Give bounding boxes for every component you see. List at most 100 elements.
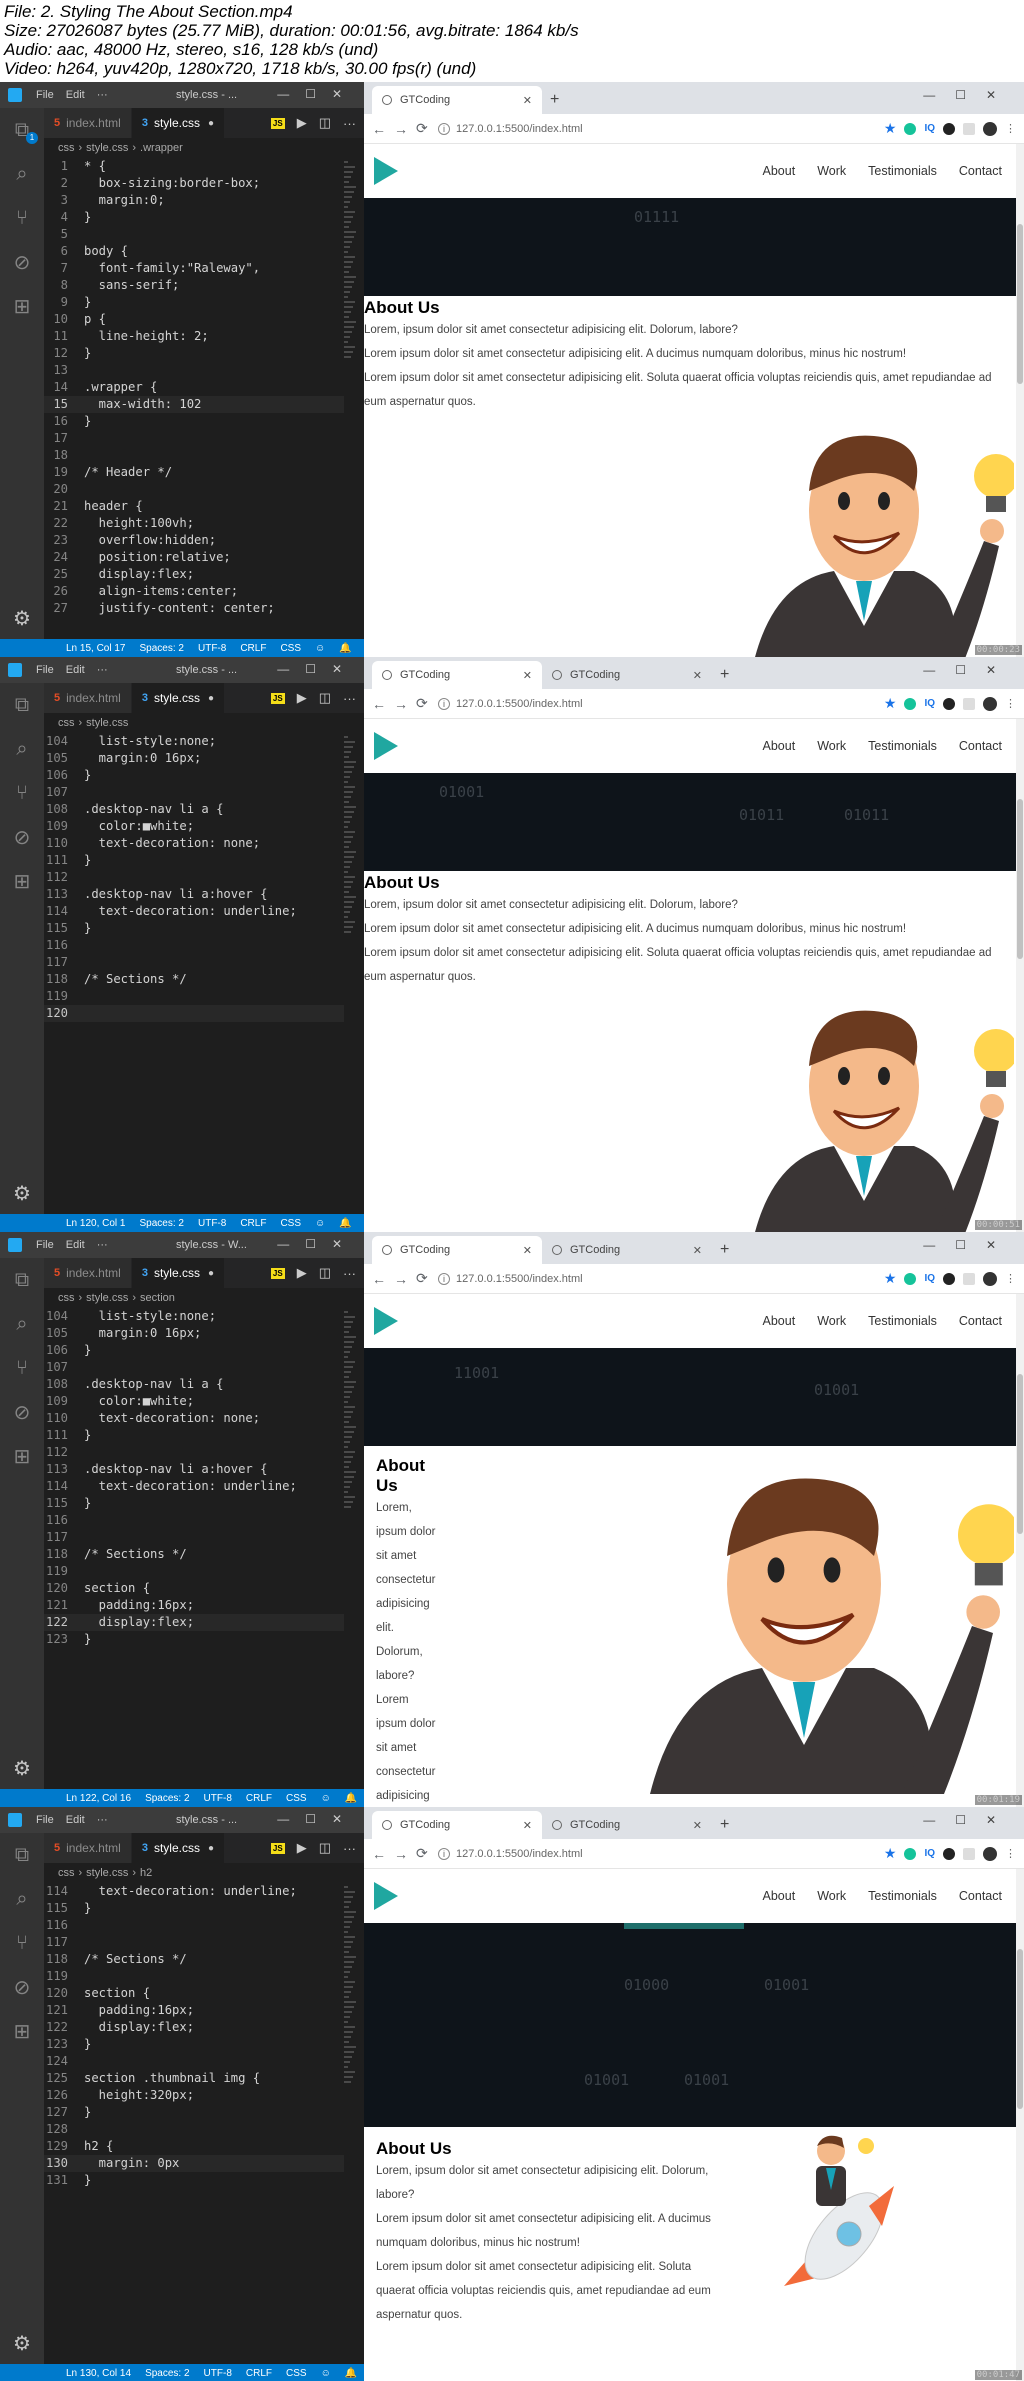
run-icon[interactable]: ▶ (297, 690, 307, 706)
grammarly-icon[interactable] (904, 1847, 917, 1860)
status-item[interactable]: UTF-8 (198, 1218, 226, 1229)
menu-item[interactable]: Edit (66, 1239, 85, 1251)
status-item[interactable]: Ln 130, Col 14 (66, 2368, 131, 2379)
search-icon[interactable]: ⌕ (0, 727, 44, 771)
window-controls[interactable]: —☐✕ (277, 662, 358, 676)
close-tab-icon[interactable]: ✕ (693, 669, 702, 682)
status-item[interactable]: CRLF (240, 1218, 266, 1229)
menu-item[interactable]: ··· (97, 1239, 108, 1251)
page-scrollbar[interactable] (1016, 1869, 1024, 2381)
extension-icon[interactable] (943, 1272, 955, 1285)
tab-index-html[interactable]: 5 index.html (44, 1833, 132, 1863)
menu-item[interactable]: Edit (66, 1814, 85, 1826)
explorer-icon[interactable]: ⧉ (0, 1258, 44, 1302)
status-item[interactable]: Spaces: 2 (145, 2368, 189, 2379)
breadcrumb-folder[interactable]: css (58, 142, 75, 154)
back-icon[interactable]: ← (372, 1846, 394, 1862)
nav-link-work[interactable]: Work (817, 1314, 846, 1328)
more-icon[interactable]: ··· (343, 691, 356, 706)
settings-gear-icon[interactable]: ⚙ (0, 2331, 44, 2356)
minimap[interactable] (344, 1308, 356, 1789)
status-item[interactable]: Ln 120, Col 1 (66, 1218, 126, 1229)
tab-style-css[interactable]: 3 style.css ● (131, 683, 226, 713)
breadcrumb-folder[interactable]: css (58, 1292, 75, 1304)
code-editor[interactable]: 114 text-decoration: underline; 115} 116 11… (44, 1883, 344, 2364)
tab-index-html[interactable]: 5 index.html (44, 683, 132, 713)
site-logo-icon[interactable] (374, 1882, 398, 1910)
close-tab-icon[interactable]: ✕ (693, 1819, 702, 1832)
status-item[interactable]: CRLF (240, 643, 266, 654)
browser-tab[interactable]: GTCoding ✕ (372, 86, 542, 114)
nav-link-contact[interactable]: Contact (959, 1889, 1002, 1903)
debug-icon[interactable]: ⊘ (0, 1965, 44, 2009)
nav-link-about[interactable]: About (763, 164, 796, 178)
browser-tab[interactable]: GTCoding ✕ (542, 661, 712, 689)
menu-item[interactable]: File (36, 1239, 54, 1251)
extension-icon[interactable] (943, 122, 955, 135)
menu-item[interactable]: ··· (97, 664, 108, 676)
extension-icon[interactable] (963, 697, 975, 710)
browser-tab[interactable]: GTCoding ✕ (542, 1236, 712, 1264)
nav-link-testimonials[interactable]: Testimonials (868, 1889, 937, 1903)
js-icon[interactable]: JS (270, 1842, 285, 1854)
split-editor-icon[interactable]: ◫ (319, 690, 331, 706)
grammarly-icon[interactable] (904, 1272, 917, 1285)
close-tab-icon[interactable]: ✕ (523, 1819, 532, 1832)
extension-icon[interactable] (943, 1847, 955, 1860)
window-controls[interactable]: —☐✕ (923, 88, 1016, 102)
explorer-icon[interactable]: ⧉ (0, 683, 44, 727)
menu-item[interactable]: ··· (97, 1814, 108, 1826)
source-control-icon[interactable]: ⑂ (0, 1921, 44, 1965)
feedback-icon[interactable]: ☺ (315, 1218, 325, 1229)
page-scrollbar[interactable] (1016, 1294, 1024, 1807)
url-field[interactable]: i 127.0.0.1:5500/index.html (438, 697, 884, 710)
bell-icon[interactable]: 🔔 (339, 1218, 351, 1229)
tab-style-css[interactable]: 3 style.css ● (131, 1258, 226, 1288)
breadcrumb-folder[interactable]: css (58, 1867, 75, 1879)
close-tab-icon[interactable]: ✕ (523, 94, 532, 107)
iq-extension-icon[interactable]: IQ (924, 1273, 935, 1284)
grammarly-icon[interactable] (904, 122, 917, 135)
forward-icon[interactable]: → (394, 1271, 416, 1287)
menu-item[interactable]: Edit (66, 664, 85, 676)
more-icon[interactable]: ··· (343, 116, 356, 131)
menu-kebab-icon[interactable]: ⋮ (1005, 122, 1016, 135)
status-item[interactable]: Ln 122, Col 16 (66, 1793, 131, 1804)
new-tab-icon[interactable]: + (712, 1811, 737, 1839)
menu-item[interactable]: ··· (97, 89, 108, 101)
extension-icon[interactable] (943, 697, 955, 710)
back-icon[interactable]: ← (372, 696, 394, 712)
status-item[interactable]: Spaces: 2 (140, 1218, 184, 1229)
window-controls[interactable]: —☐✕ (923, 663, 1016, 677)
nav-link-testimonials[interactable]: Testimonials (868, 1314, 937, 1328)
status-item[interactable]: CSS (286, 2368, 307, 2379)
breadcrumb-symbol[interactable]: h2 (140, 1867, 152, 1879)
nav-link-contact[interactable]: Contact (959, 739, 1002, 753)
source-control-icon[interactable]: ⑂ (0, 771, 44, 815)
forward-icon[interactable]: → (394, 121, 416, 137)
settings-gear-icon[interactable]: ⚙ (0, 1756, 44, 1781)
menu-item[interactable]: File (36, 1814, 54, 1826)
browser-tab[interactable]: GTCoding ✕ (372, 1236, 542, 1264)
settings-gear-icon[interactable]: ⚙ (0, 606, 44, 631)
nav-link-work[interactable]: Work (817, 739, 846, 753)
minimap[interactable] (344, 1883, 356, 2364)
tab-style-css[interactable]: 3 style.css ● (131, 108, 226, 138)
extension-icon[interactable] (963, 122, 975, 135)
menu-item[interactable]: File (36, 664, 54, 676)
breadcrumb-file[interactable]: style.css (86, 142, 128, 154)
browser-tab[interactable]: GTCoding ✕ (542, 1811, 712, 1839)
breadcrumb-symbol[interactable]: section (140, 1292, 175, 1304)
browser-tab[interactable]: GTCoding ✕ (372, 661, 542, 689)
debug-icon[interactable]: ⊘ (0, 240, 44, 284)
nav-link-about[interactable]: About (763, 1314, 796, 1328)
run-icon[interactable]: ▶ (297, 1265, 307, 1281)
breadcrumb-folder[interactable]: css (58, 717, 75, 729)
status-item[interactable]: CSS (286, 1793, 307, 1804)
site-logo-icon[interactable] (374, 732, 398, 760)
breadcrumb-file[interactable]: style.css (86, 1867, 128, 1879)
extension-icon[interactable] (963, 1847, 975, 1860)
tab-index-html[interactable]: 5 index.html (44, 1258, 132, 1288)
window-controls[interactable]: —☐✕ (923, 1813, 1016, 1827)
nav-link-about[interactable]: About (763, 739, 796, 753)
